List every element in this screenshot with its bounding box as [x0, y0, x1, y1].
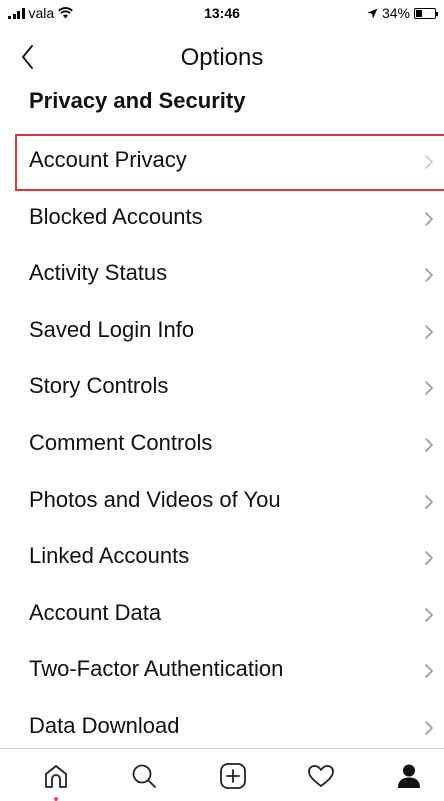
chevron-right-icon [425, 155, 433, 169]
chevron-right-icon [425, 268, 433, 282]
option-row[interactable]: Account Privacy [15, 134, 444, 191]
battery-level [416, 9, 423, 17]
option-row[interactable]: Linked Accounts [0, 530, 444, 587]
new-post-icon [220, 763, 246, 789]
tab-home[interactable] [39, 759, 73, 801]
chevron-right-icon [425, 211, 433, 226]
page-title: Options [180, 44, 264, 71]
tab-profile[interactable] [392, 759, 426, 793]
option-label: Activity Status [29, 260, 168, 286]
option-label: Photos and Videos of You [29, 486, 281, 512]
chevron-right-icon [425, 381, 433, 396]
activity-heart-icon [308, 765, 334, 787]
option-row[interactable]: Comment Controls [0, 417, 444, 474]
option-label: Data Download [29, 712, 180, 738]
nav-bar: Options [0, 30, 444, 86]
chevron-right-icon [425, 721, 433, 735]
option-row[interactable]: Saved Login Info [0, 304, 444, 361]
option-row[interactable]: Activity Status [0, 247, 444, 304]
option-row[interactable]: Story Controls [0, 360, 444, 417]
option-label: Story Controls [29, 373, 169, 399]
status-bar: vala 13:46 34% [0, 0, 444, 30]
options-list: Account Privacy Blocked Accounts Activity … [0, 134, 444, 757]
option-row[interactable]: Blocked Accounts [0, 191, 444, 248]
option-row[interactable]: Two-Factor Authentication [0, 643, 444, 700]
chevron-right-icon [425, 664, 433, 679]
option-label: Account Data [29, 599, 162, 625]
tab-search[interactable] [127, 759, 161, 793]
option-row[interactable]: Account Data [0, 587, 444, 644]
option-label: Blocked Accounts [29, 203, 203, 229]
tab-new-post[interactable] [216, 759, 250, 793]
battery-icon [414, 7, 438, 19]
notification-dot [54, 797, 58, 801]
chevron-right-icon [425, 607, 433, 622]
option-label: Linked Accounts [29, 543, 190, 569]
location-arrow-icon [367, 8, 378, 18]
home-icon [45, 765, 67, 788]
battery-percent: 34% [381, 5, 410, 21]
option-label: Two-Factor Authentication [29, 656, 284, 682]
tab-bar [0, 748, 444, 801]
chevron-right-icon [425, 324, 433, 339]
tab-activity[interactable] [304, 759, 338, 793]
chevron-right-icon [425, 494, 433, 509]
option-label: Comment Controls [29, 429, 213, 455]
option-row[interactable]: Photos and Videos of You [0, 474, 444, 531]
search-icon [132, 764, 156, 788]
option-label: Account Privacy [29, 147, 187, 172]
chevron-right-icon [425, 551, 433, 565]
profile-icon [398, 764, 420, 788]
chevron-right-icon [425, 438, 433, 452]
battery-group: 34% [367, 5, 438, 21]
section-title: Privacy and Security [29, 88, 246, 113]
option-label: Saved Login Info [29, 316, 195, 342]
